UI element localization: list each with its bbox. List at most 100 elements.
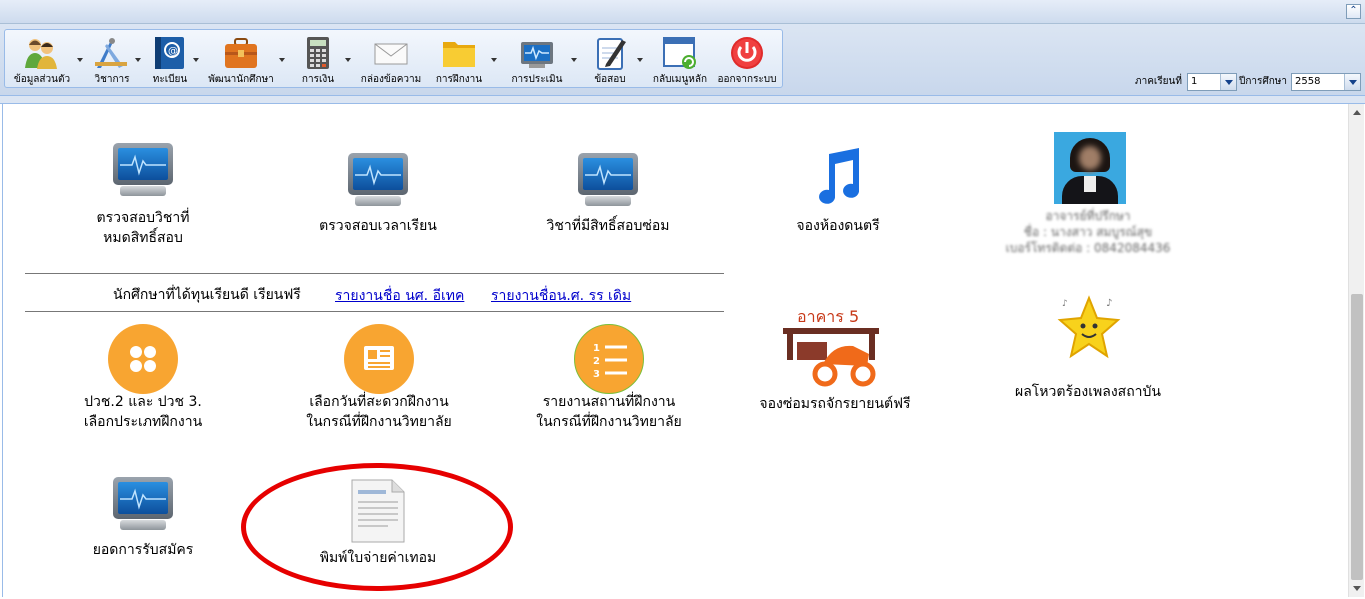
motorcycle-repair-icon: อาคาร 5 [783,307,879,387]
term-label: ภาคเรียนที่ [1135,76,1182,87]
grid-dots-icon [108,324,178,394]
toolbar-label: กล่องข้อความ [360,74,422,85]
collapse-icon[interactable]: ⌃ [1346,4,1361,19]
users-icon [25,39,57,69]
chevron-down-icon[interactable] [491,58,497,64]
toolbar-area: ข้อมูลส่วนตัว วิชาการ @ ทะเบียน พัฒนานัก… [0,24,1365,96]
chevron-down-icon[interactable] [637,58,643,64]
chevron-down-icon[interactable] [135,58,141,64]
power-icon [731,37,763,69]
toolbar-bottom-strip [0,96,1365,104]
briefcase-icon [225,38,257,68]
main-content: ตรวจสอบวิชาที่ หมดสิทธิ์สอบ ตรวจสอบเวลาเร… [2,104,1347,597]
link-etec-students[interactable]: รายงานชื่อ นศ. อีเทค [335,285,464,307]
monitor-icon [345,150,411,208]
star-icon: ♪ ♪ [1057,295,1121,359]
toolbar-label: ข้อมูลส่วนตัว [13,74,71,85]
building-label: อาคาร 5 [797,307,859,326]
toolbar-label: วิชาการ [94,74,130,85]
toolbar-personal-info-button[interactable]: ข้อมูลส่วนตัว [7,30,77,88]
toolbar-registration-button[interactable]: @ ทะเบียน [145,30,195,88]
toolbar-student-development-button[interactable]: พัฒนานักศึกษา [203,30,279,88]
drafting-tools-icon [95,38,127,68]
chevron-down-icon[interactable] [193,58,199,64]
tile-book-music-room[interactable]: จองห้องดนตรี [773,146,903,236]
svg-text:♪: ♪ [1106,298,1112,309]
toolbar-finance-button[interactable]: การเงิน [293,30,343,88]
toolbar-label: ทะเบียน [152,74,188,85]
top-strip: ⌃ [0,0,1365,24]
advisor-phone: เบอร์โทรติดต่อ : 0842084436 [1005,241,1171,255]
window-refresh-icon [663,37,696,69]
folder-icon [443,42,475,67]
tile-exam-eligibility[interactable]: ตรวจสอบวิชาที่ หมดสิทธิ์สอบ [63,140,223,250]
svg-text:1: 1 [593,343,600,354]
notepad-icon [597,38,626,70]
scroll-thumb[interactable] [1351,294,1363,580]
tile-book-motorcycle-repair[interactable]: อาคาร 5 จองซ่อมรถจักรยายนต์ฟรี [745,304,925,419]
chevron-down-icon[interactable] [279,58,285,64]
toolbar-evaluation-button[interactable]: การประเมิน [505,30,569,88]
chevron-down-icon[interactable] [77,58,83,64]
toolbar-label: การฝึกงาน [435,74,483,85]
year-select[interactable]: 2558 [1291,73,1361,91]
monitor-icon [575,150,641,208]
advisor-info: อาจารย์ที่ปรึกษา ชื่อ : นางสาว สมบูรณ์สุ… [973,208,1203,256]
tile-label: วิชาที่มีสิทธิ์สอบซ่อม [546,218,670,234]
toolbar-label: การเงิน [301,74,335,85]
toolbar-logout-button[interactable]: ออกจากระบบ [713,30,781,88]
scroll-down-icon[interactable] [1349,581,1365,595]
advisor-photo [1054,132,1126,204]
tile-label: ตรวจสอบวิชาที่ หมดสิทธิ์สอบ [96,210,190,246]
scroll-up-icon[interactable] [1349,106,1365,120]
year-label: ปีการศึกษา [1239,76,1287,87]
monitor-icon [521,42,553,68]
advisor-title: อาจารย์ที่ปรึกษา [1045,209,1131,223]
tile-label: ผลโหวตร้องเพลงสถาบัน [1014,384,1161,400]
tile-select-internship-type[interactable]: ปวช.2 และ ปวช 3. เลือกประเภทฝึกงาน [63,324,223,434]
divider [25,273,724,274]
envelope-icon [374,43,408,65]
tile-singing-vote-results[interactable]: ♪ ♪ ผลโหวตร้องเพลงสถาบัน [998,294,1178,404]
advisor-profile: อาจารย์ที่ปรึกษา ชื่อ : นางสาว สมบูรณ์สุ… [973,132,1203,264]
tile-label: จองซ่อมรถจักรยายนต์ฟรี [759,396,911,412]
toolbar-exam-button[interactable]: ข้อสอบ [583,30,637,88]
vertical-scrollbar[interactable] [1348,104,1364,597]
toolbar-label: ออกจากระบบ [717,74,777,85]
term-select[interactable]: 1 [1187,73,1237,91]
chevron-down-icon[interactable] [571,58,577,64]
tile-label: จองห้องดนตรี [796,218,880,234]
chevron-down-icon[interactable] [1344,74,1360,90]
newspaper-icon [344,324,414,394]
tile-label: ยอดการรับสมัคร [92,542,194,558]
numbered-list-icon: 1 2 3 [574,324,644,394]
toolbar-main-menu-button[interactable]: กลับเมนูหลัก [649,30,711,88]
tile-select-internship-date[interactable]: เลือกวันที่สะดวกฝึกงาน ในกรณีที่ฝึกงานวิท… [289,324,469,434]
address-book-icon: @ [155,37,184,69]
tile-makeup-exam[interactable]: วิชาที่มีสิทธิ์สอบซ่อม [525,150,691,240]
tile-enrollment-count[interactable]: ยอดการรับสมัคร [63,474,223,564]
toolbar-label: การประเมิน [511,74,563,85]
tile-check-attendance[interactable]: ตรวจสอบเวลาเรียน [298,150,458,240]
chevron-down-icon[interactable] [345,58,351,64]
chevron-down-icon[interactable] [1220,74,1236,90]
main-toolbar: ข้อมูลส่วนตัว วิชาการ @ ทะเบียน พัฒนานัก… [4,29,783,88]
monitor-icon [110,140,176,198]
toolbar-internship-button[interactable]: การฝึกงาน [431,30,487,88]
monitor-icon [110,474,176,532]
toolbar-label: ข้อสอบ [594,74,626,85]
tile-report-internship-place[interactable]: 1 2 3 รายงานสถานที่ฝึกงาน ในกรณีที่ฝึกงานวิ… [519,324,699,434]
svg-text:@: @ [168,46,178,57]
svg-text:2: 2 [593,356,600,367]
tile-label: ปวช.2 และ ปวช 3. เลือกประเภทฝึกงาน [83,394,203,430]
tile-label: รายงานสถานที่ฝึกงาน ในกรณีที่ฝึกงานวิทยาล… [536,394,682,430]
tile-label: ตรวจสอบเวลาเรียน [319,218,437,234]
divider [25,311,724,312]
calculator-icon [307,37,329,69]
toolbar-message-box-button[interactable]: กล่องข้อความ [357,30,425,88]
toolbar-label: พัฒนานักศึกษา [208,74,274,85]
toolbar-academic-button[interactable]: วิชาการ [87,30,137,88]
svg-text:3: 3 [593,369,600,380]
advisor-name: ชื่อ : นางสาว สมบูรณ์สุข [1023,225,1153,239]
link-former-school-students[interactable]: รายงานชื่อน.ศ. รร เดิม [491,285,631,307]
